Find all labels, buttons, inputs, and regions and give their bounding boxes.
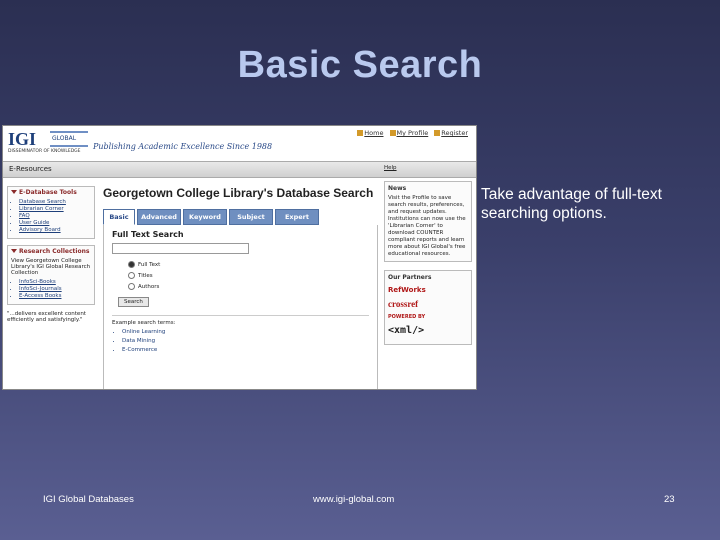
logo-text: IGI: [8, 129, 37, 149]
search-scope-options: Full Text Titles Authors: [112, 261, 369, 290]
crossref-logo[interactable]: crossref: [388, 299, 468, 309]
home-link[interactable]: Home: [357, 129, 384, 137]
search-panel: Full Text Search Full Text Titles Author…: [103, 225, 378, 389]
tab-subject[interactable]: Subject: [229, 209, 273, 225]
tools-box: E-Database Tools Database Search Librari…: [7, 186, 95, 239]
nav-title: E-Resources: [9, 165, 52, 173]
search-tabs: Basic Advanced Keyword Subject Expert: [103, 209, 378, 225]
partners-box: Our Partners RefWorks crossref POWERED B…: [384, 270, 472, 345]
tool-link[interactable]: Database Search: [19, 199, 91, 205]
news-box: News Visit the Profile to save search re…: [384, 181, 472, 262]
left-sidebar: E-Database Tools Database Search Librari…: [7, 186, 95, 323]
tab-basic[interactable]: Basic: [103, 209, 135, 225]
example-terms: Example search terms: Online Learning Da…: [112, 315, 369, 353]
tool-link[interactable]: Librarian Corner: [19, 206, 91, 212]
collections-text: View Georgetown College Library's IGI Gl…: [11, 258, 91, 276]
powered-by-label: POWERED BY: [388, 314, 426, 320]
tools-heading[interactable]: E-Database Tools: [11, 189, 91, 196]
logo-sub: GLOBAL: [52, 135, 77, 142]
triangle-icon: [11, 190, 17, 194]
database-heading: Georgetown College Library's Database Se…: [103, 186, 374, 200]
refworks-logo[interactable]: RefWorks: [388, 286, 468, 294]
website-screenshot: IGI GLOBAL DISSEMINATOR OF KNOWLEDGE Pub…: [2, 125, 477, 390]
radio-authors[interactable]: Authors: [128, 283, 369, 290]
tool-link[interactable]: FAQ: [19, 213, 91, 219]
radio-full-text[interactable]: Full Text: [128, 261, 369, 268]
xml-logo[interactable]: <xml/>: [388, 325, 468, 336]
footer-left: IGI Global Databases: [43, 494, 134, 505]
collection-link[interactable]: E-Access Books: [19, 293, 91, 299]
profile-icon: [389, 130, 396, 136]
example-term[interactable]: Online Learning: [122, 329, 369, 335]
partners-heading: Our Partners: [388, 274, 432, 281]
tab-expert[interactable]: Expert: [275, 209, 319, 225]
example-term[interactable]: Data Mining: [122, 338, 369, 344]
igi-logo[interactable]: IGI GLOBAL DISSEMINATOR OF KNOWLEDGE: [8, 129, 90, 156]
example-term[interactable]: E-Commerce: [122, 347, 369, 353]
tool-link[interactable]: User Guide: [19, 220, 91, 226]
main-content: Georgetown College Library's Database Se…: [103, 186, 378, 389]
collections-heading[interactable]: Research Collections: [11, 248, 91, 255]
collections-box: Research Collections View Georgetown Col…: [7, 245, 95, 305]
radio-titles[interactable]: Titles: [128, 272, 369, 279]
home-icon: [357, 130, 364, 136]
radio-selected-icon: [128, 261, 135, 268]
collection-link[interactable]: InfoSci-Journals: [19, 286, 91, 292]
footer-url: www.igi-global.com: [313, 494, 395, 505]
tab-advanced[interactable]: Advanced: [137, 209, 181, 225]
collection-link[interactable]: InfoSci-Books: [19, 279, 91, 285]
sidebar-quote: "...delivers excellent content efficient…: [7, 311, 86, 323]
register-link[interactable]: Register: [434, 129, 468, 137]
logo-tagline: DISSEMINATOR OF KNOWLEDGE: [8, 149, 81, 154]
news-heading: News: [388, 185, 407, 192]
page-number: 23: [664, 494, 675, 505]
slide-title: Basic Search: [237, 44, 483, 86]
examples-title: Example search terms:: [112, 320, 176, 326]
search-input[interactable]: [112, 243, 249, 254]
news-text: Visit the Profile to save search results…: [388, 195, 466, 257]
radio-empty-icon: [128, 283, 135, 290]
top-links: Home My Profile Register: [357, 129, 468, 137]
radio-empty-icon: [128, 272, 135, 279]
site-tagline: Publishing Academic Excellence Since 198…: [93, 142, 273, 151]
triangle-icon: [11, 249, 17, 253]
tool-link[interactable]: Advisory Board: [19, 227, 91, 233]
nav-bar: E-Resources Help: [3, 161, 476, 178]
profile-link[interactable]: My Profile: [389, 129, 428, 137]
tab-keyword[interactable]: Keyword: [183, 209, 227, 225]
right-sidebar: News Visit the Profile to save search re…: [384, 181, 472, 353]
panel-title: Full Text Search: [112, 230, 184, 239]
register-icon: [434, 130, 441, 136]
help-link[interactable]: Help: [384, 165, 472, 171]
search-button[interactable]: Search: [118, 297, 149, 307]
site-header: IGI GLOBAL DISSEMINATOR OF KNOWLEDGE Pub…: [3, 126, 476, 161]
callout-text: Take advantage of full-text searching op…: [481, 186, 662, 222]
